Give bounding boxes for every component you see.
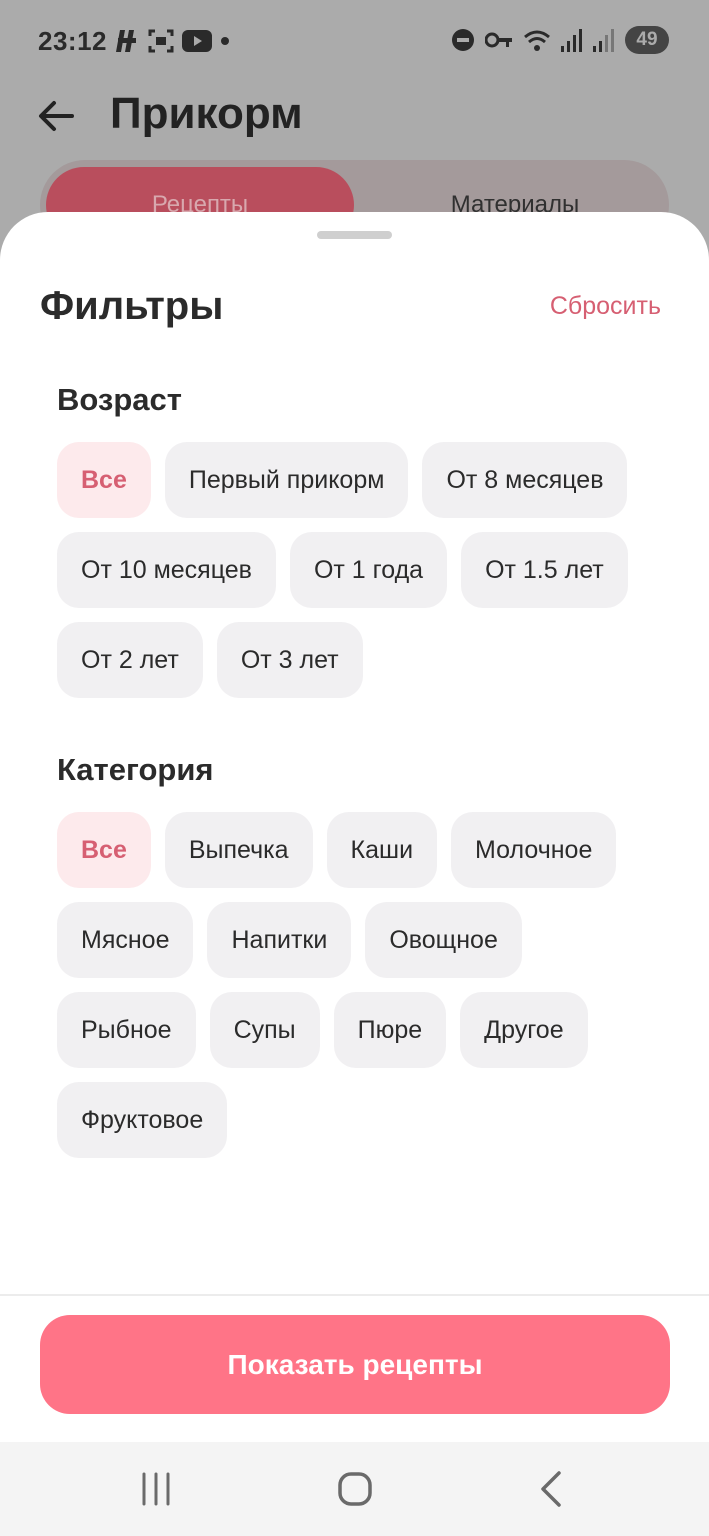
system-nav-bar: [0, 1442, 709, 1536]
category-chip-puree[interactable]: Пюре: [333, 992, 447, 1068]
battery-icon: 49: [625, 26, 669, 54]
category-chip-meat[interactable]: Мясное: [57, 902, 194, 978]
age-chip-first[interactable]: Первый прикорм: [164, 442, 409, 518]
category-chip-vegetable[interactable]: Овощное: [365, 902, 522, 978]
age-chips: Все Первый прикорм От 8 месяцев От 10 ме…: [57, 442, 667, 698]
category-chip-other[interactable]: Другое: [460, 992, 588, 1068]
youtube-icon: [182, 30, 212, 52]
show-recipes-button[interactable]: Показать рецепты: [40, 1315, 670, 1414]
key-icon: [485, 32, 512, 48]
signal-icon-2: [593, 29, 614, 52]
age-chip-1-5-years[interactable]: От 1.5 лет: [461, 532, 628, 608]
recent-apps-icon[interactable]: [131, 1464, 181, 1514]
status-icons-left: [116, 28, 230, 54]
category-chip-drinks[interactable]: Напитки: [207, 902, 352, 978]
screenshot-icon: [148, 29, 174, 53]
status-icons-right: 49: [451, 26, 669, 54]
category-chip-fish[interactable]: Рыбное: [57, 992, 196, 1068]
age-chip-10-months[interactable]: От 10 месяцев: [57, 532, 276, 608]
category-chip-fruit[interactable]: Фруктовое: [57, 1082, 228, 1158]
do-not-disturb-icon: [452, 29, 474, 51]
back-nav-icon[interactable]: [528, 1464, 578, 1514]
category-section-title: Категория: [57, 752, 214, 787]
category-chips: Все Выпечка Каши Молочное Мясное Напитки…: [57, 812, 667, 1158]
age-chip-all[interactable]: Все: [57, 442, 151, 518]
app-bar: Прикорм: [0, 86, 709, 156]
category-chip-soups[interactable]: Супы: [209, 992, 320, 1068]
category-chip-all[interactable]: Все: [57, 812, 151, 888]
notification-icon: [116, 30, 136, 52]
category-chip-baking[interactable]: Выпечка: [164, 812, 313, 888]
home-icon[interactable]: [330, 1464, 380, 1514]
page-title: Прикорм: [110, 89, 303, 138]
filters-bottom-sheet: Фильтры Сбросить Возраст Все Первый прик…: [0, 212, 709, 1442]
age-chip-2-years[interactable]: От 2 лет: [57, 622, 203, 698]
sheet-title: Фильтры: [40, 284, 224, 328]
sheet-drag-handle[interactable]: [317, 231, 392, 239]
age-section-title: Возраст: [57, 382, 182, 417]
back-arrow-icon[interactable]: [34, 94, 78, 138]
signal-icon: [561, 29, 582, 52]
age-chip-8-months[interactable]: От 8 месяцев: [422, 442, 628, 518]
dot-icon: [221, 37, 229, 45]
age-chip-3-years[interactable]: От 3 лет: [216, 622, 363, 698]
category-chip-porridge[interactable]: Каши: [326, 812, 438, 888]
footer-divider: [0, 1294, 709, 1296]
category-chip-dairy[interactable]: Молочное: [451, 812, 617, 888]
wifi-icon: [524, 30, 550, 51]
status-time: 23:12: [38, 26, 107, 56]
reset-button[interactable]: Сбросить: [550, 292, 661, 321]
status-bar: 23:12 49: [0, 0, 709, 86]
age-chip-1-year[interactable]: От 1 года: [289, 532, 448, 608]
